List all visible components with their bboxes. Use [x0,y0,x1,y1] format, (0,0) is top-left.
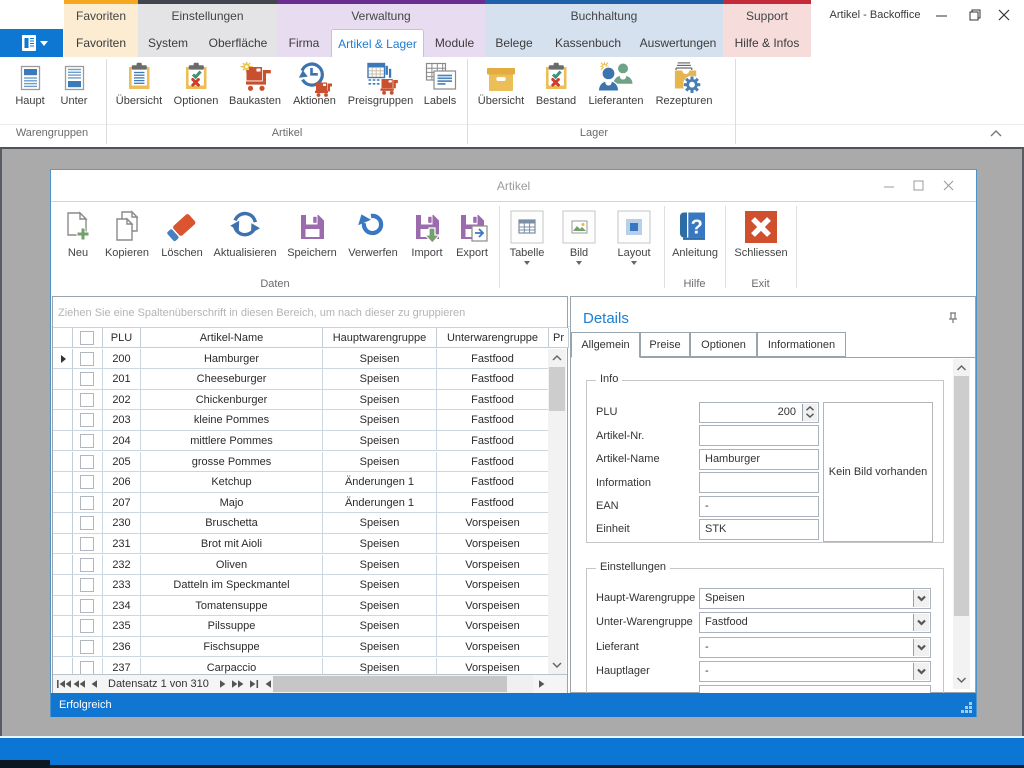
svg-text:?: ? [691,217,703,239]
